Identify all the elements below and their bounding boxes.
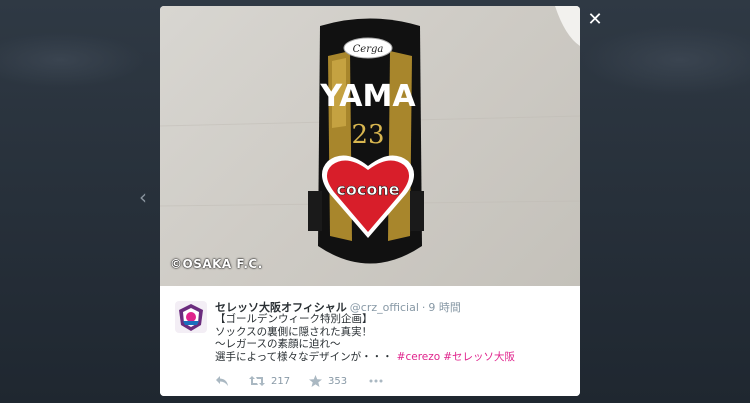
hashtag-link[interactable]: #cerezo (397, 351, 441, 363)
tweet-actions: 217 353 (215, 374, 389, 388)
reply-icon (216, 376, 228, 386)
more-icon (369, 379, 383, 383)
player-name-text: YAMA (319, 79, 416, 114)
avatar[interactable] (175, 301, 207, 333)
media-photo[interactable]: Cerga YAMA 23 cocone ©OSAKA F.C. (160, 6, 580, 286)
media-modal: Cerga YAMA 23 cocone ©OSAKA F.C. セレッソ大阪オ… (160, 6, 580, 396)
tweet-line: ソックスの裏側に隠された真実！ (215, 325, 373, 338)
chevron-left-icon[interactable]: ‹ (135, 185, 151, 209)
brand-logo-text: Cerga (353, 44, 384, 55)
favorite-button[interactable]: 353 (309, 375, 369, 387)
retweet-button[interactable]: 217 (249, 375, 309, 387)
tweet-line: ～レガースの素顔に迫れ～ (215, 338, 341, 350)
tweet-line-last: 選手によって様々なデザインが・・・ #cerezo #セレッソ大阪 (215, 351, 515, 364)
shinguard-image: Cerga YAMA 23 cocone (160, 6, 580, 264)
star-icon (309, 375, 322, 387)
photo-copyright: ©OSAKA F.C. (170, 257, 263, 271)
hashtag-link[interactable]: #セレッソ大阪 (443, 351, 515, 363)
player-number-text: 23 (351, 120, 384, 150)
more-button[interactable] (369, 379, 389, 383)
retweet-count: 217 (271, 375, 291, 387)
heart-text: cocone (336, 180, 399, 199)
tweet-card: セレッソ大阪オフィシャル @crz_official · 9 時間 【ゴールデンウィー… (160, 286, 580, 396)
retweet-icon (249, 376, 265, 386)
tweet-text: 【ゴールデンウィーク特別企画】 ソックスの裏側に隠された真実！ ～レガースの素顔… (215, 313, 515, 363)
reply-button[interactable] (215, 375, 249, 387)
tweet-line-text: 選手によって様々なデザインが・・・ (215, 350, 393, 363)
favorite-count: 353 (328, 375, 348, 387)
tweet-line: 【ゴールデンウィーク特別企画】 (215, 313, 373, 325)
close-icon[interactable]: ✕ (585, 10, 605, 30)
